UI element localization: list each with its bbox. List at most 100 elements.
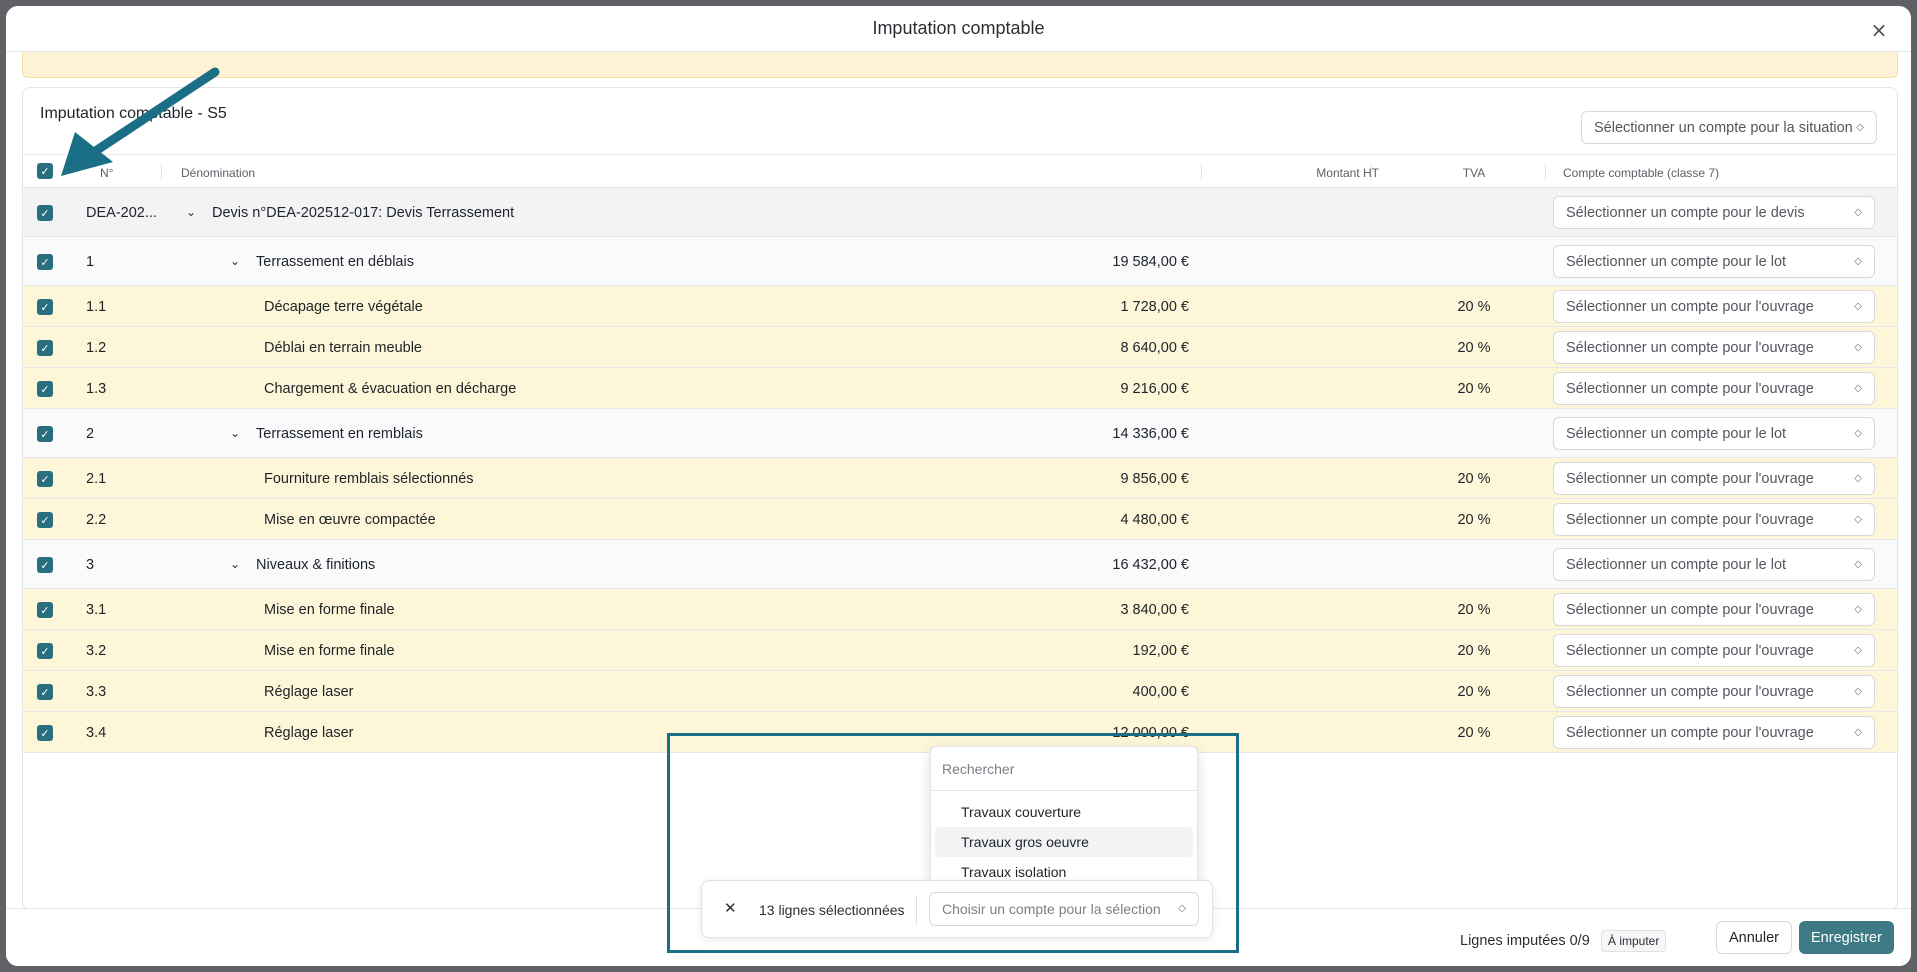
table-row: ✓ 3 ⌄ Niveaux & finitions 16 432,00 € Sélecti… xyxy=(23,540,1897,589)
row-checkbox[interactable]: ✓ xyxy=(37,340,53,356)
row-account-select[interactable]: Sélectionner un compte pour l'ouvrage ◇ xyxy=(1553,331,1875,364)
row-checkbox[interactable]: ✓ xyxy=(37,557,53,573)
row-denomination: Déblai en terrain meuble xyxy=(264,340,422,356)
chevron-updown-icon: ◇ xyxy=(1854,341,1862,353)
table-row: ✓ 1 ⌄ Terrassement en déblais 19 584,00 € Sél… xyxy=(23,237,1897,286)
row-amount: 400,00 € xyxy=(1132,684,1189,700)
chevron-updown-icon: ◇ xyxy=(1854,382,1862,394)
dropdown-option[interactable]: Travaux gros oeuvre xyxy=(935,827,1193,857)
row-account-select[interactable]: Sélectionner un compte pour le lot ◇ xyxy=(1553,417,1875,450)
chevron-down-icon[interactable]: ⌄ xyxy=(230,254,240,268)
row-denomination: Mise en forme finale xyxy=(264,643,395,659)
row-denomination: Réglage laser xyxy=(264,725,354,741)
row-denomination: Terrassement en remblais xyxy=(256,426,423,442)
row-account-select[interactable]: Sélectionner un compte pour le devis ◇ xyxy=(1553,196,1875,229)
row-account-select[interactable]: Sélectionner un compte pour l'ouvrage ◇ xyxy=(1553,593,1875,626)
row-denomination: Fourniture remblais sélectionnés xyxy=(264,471,474,487)
row-tva: 20 % xyxy=(1457,512,1491,528)
close-icon[interactable]: × xyxy=(1869,20,1889,40)
chevron-updown-icon: ◇ xyxy=(1178,903,1186,914)
row-checkbox[interactable]: ✓ xyxy=(37,471,53,487)
table-row: ✓ 1.3 Chargement & évacuation en décharge 9… xyxy=(23,368,1897,409)
row-amount: 3 840,00 € xyxy=(1120,602,1189,618)
row-denomination: Mise en forme finale xyxy=(264,602,395,618)
row-number: 3.4 xyxy=(86,725,107,741)
row-number: DEA-202... xyxy=(86,205,157,221)
row-account-select[interactable]: Sélectionner un compte pour l'ouvrage ◇ xyxy=(1553,462,1875,495)
account-search-input[interactable] xyxy=(931,747,1197,791)
column-header-amount: Montant HT xyxy=(1316,166,1379,180)
row-account-select[interactable]: Sélectionner un compte pour l'ouvrage ◇ xyxy=(1553,675,1875,708)
row-account-select[interactable]: Sélectionner un compte pour l'ouvrage ◇ xyxy=(1553,716,1875,749)
chevron-updown-icon: ◇ xyxy=(1854,427,1862,439)
imputed-lines-count: Lignes imputées 0/9 xyxy=(1460,933,1590,949)
column-divider xyxy=(1371,164,1372,180)
table-row: ✓ DEA-202... ⌄ Devis n°DEA-202512-017: Devi… xyxy=(23,188,1897,237)
row-tva: 20 % xyxy=(1457,381,1491,397)
row-checkbox[interactable]: ✓ xyxy=(37,205,53,221)
row-account-select-label: Sélectionner un compte pour l'ouvrage xyxy=(1566,470,1814,487)
selection-account-select[interactable]: Choisir un compte pour la sélection ◇ xyxy=(929,892,1199,926)
situation-account-select[interactable]: Sélectionner un compte pour la situation… xyxy=(1581,111,1877,144)
chevron-down-icon[interactable]: ⌄ xyxy=(186,205,196,219)
row-checkbox[interactable]: ✓ xyxy=(37,602,53,618)
row-number: 1.3 xyxy=(86,381,107,397)
row-account-select-label: Sélectionner un compte pour l'ouvrage xyxy=(1566,683,1814,700)
row-amount: 19 584,00 € xyxy=(1112,254,1189,270)
row-number: 3.3 xyxy=(86,684,107,700)
row-checkbox[interactable]: ✓ xyxy=(37,725,53,741)
row-account-select-label: Sélectionner un compte pour l'ouvrage xyxy=(1566,339,1814,356)
row-checkbox[interactable]: ✓ xyxy=(37,684,53,700)
row-amount: 192,00 € xyxy=(1132,643,1189,659)
chevron-updown-icon: ◇ xyxy=(1854,603,1862,615)
row-checkbox[interactable]: ✓ xyxy=(37,299,53,315)
row-checkbox[interactable]: ✓ xyxy=(37,512,53,528)
chevron-down-icon[interactable]: ⌄ xyxy=(230,426,240,440)
table-row: ✓ 2.1 Fourniture remblais sélectionnés 9 85… xyxy=(23,458,1897,499)
situation-account-select-label: Sélectionner un compte pour la situation xyxy=(1594,119,1853,136)
chevron-down-icon[interactable]: ⌄ xyxy=(230,557,240,571)
divider xyxy=(916,895,917,925)
row-account-select-label: Sélectionner un compte pour l'ouvrage xyxy=(1566,380,1814,397)
row-tva: 20 % xyxy=(1457,299,1491,315)
row-denomination: Terrassement en déblais xyxy=(256,254,414,270)
row-amount: 9 216,00 € xyxy=(1120,381,1189,397)
table-row: ✓ 3.2 Mise en forme finale 192,00 € 20 % Séle… xyxy=(23,630,1897,671)
chevron-updown-icon: ◇ xyxy=(1854,644,1862,656)
row-denomination: Réglage laser xyxy=(264,684,354,700)
row-denomination: Chargement & évacuation en décharge xyxy=(264,381,517,397)
row-number: 1.1 xyxy=(86,299,107,315)
row-account-select-label: Sélectionner un compte pour le lot xyxy=(1566,425,1787,442)
dropdown-option[interactable]: Travaux couverture xyxy=(935,797,1193,827)
row-tva: 20 % xyxy=(1457,471,1491,487)
row-tva: 20 % xyxy=(1457,340,1491,356)
row-account-select[interactable]: Sélectionner un compte pour l'ouvrage ◇ xyxy=(1553,290,1875,323)
row-account-select[interactable]: Sélectionner un compte pour l'ouvrage ◇ xyxy=(1553,372,1875,405)
clear-selection-icon[interactable]: ✕ xyxy=(724,899,737,917)
table-row: ✓ 1.1 Décapage terre végétale 1 728,00 € 20 … xyxy=(23,286,1897,327)
row-account-select[interactable]: Sélectionner un compte pour le lot ◇ xyxy=(1553,245,1875,278)
row-number: 3 xyxy=(86,557,95,573)
table-row: ✓ 3.3 Réglage laser 400,00 € 20 % Sélectionne… xyxy=(23,671,1897,712)
warning-banner xyxy=(22,52,1898,78)
row-account-select[interactable]: Sélectionner un compte pour l'ouvrage ◇ xyxy=(1553,634,1875,667)
row-checkbox[interactable]: ✓ xyxy=(37,426,53,442)
row-tva: 20 % xyxy=(1457,602,1491,618)
chevron-updown-icon: ◇ xyxy=(1854,558,1862,570)
row-amount: 9 856,00 € xyxy=(1120,471,1189,487)
row-account-select[interactable]: Sélectionner un compte pour l'ouvrage ◇ xyxy=(1553,503,1875,536)
chevron-updown-icon: ◇ xyxy=(1854,206,1862,218)
row-denomination: Mise en œuvre compactée xyxy=(264,512,436,528)
column-divider xyxy=(1201,164,1202,180)
row-checkbox[interactable]: ✓ xyxy=(37,254,53,270)
row-denomination: Décapage terre végétale xyxy=(264,299,423,315)
row-checkbox[interactable]: ✓ xyxy=(37,643,53,659)
row-tva: 20 % xyxy=(1457,643,1491,659)
row-denomination: Niveaux & finitions xyxy=(256,557,376,573)
row-checkbox[interactable]: ✓ xyxy=(37,381,53,397)
select-all-checkbox[interactable]: ✓ xyxy=(37,163,53,179)
cancel-button[interactable]: Annuler xyxy=(1716,921,1792,954)
row-account-select[interactable]: Sélectionner un compte pour le lot ◇ xyxy=(1553,548,1875,581)
save-button[interactable]: Enregistrer xyxy=(1799,921,1894,954)
selection-account-select-label: Choisir un compte pour la sélection xyxy=(942,901,1161,917)
